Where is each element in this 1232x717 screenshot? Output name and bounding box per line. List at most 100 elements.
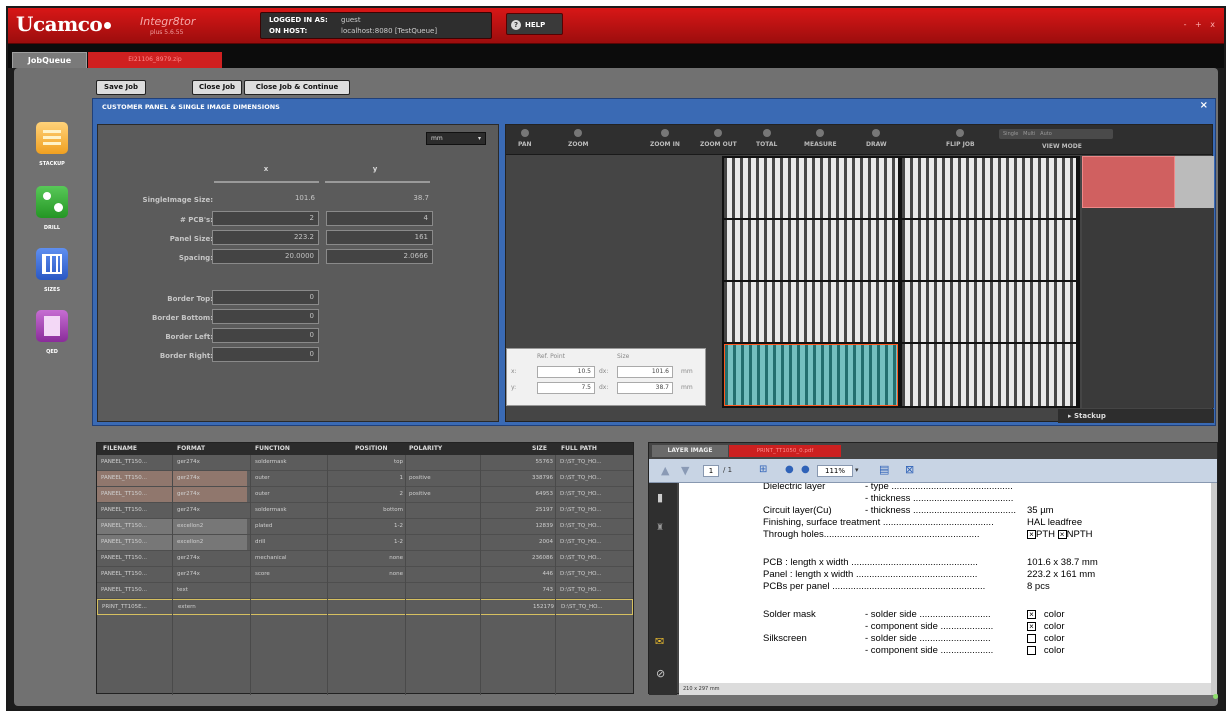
table-row[interactable]: PANEEL_TT150... ger274x soldermask bottom 25… [97, 503, 633, 519]
col-function[interactable]: FUNCTION [255, 445, 290, 452]
cell-size: 236086 [532, 555, 553, 561]
unit-select[interactable]: mm ▾ [426, 132, 486, 145]
cell-position: top [393, 459, 403, 465]
pcb-image [902, 158, 1076, 218]
zoom-in-tool[interactable]: ZOOM IN [650, 129, 680, 148]
zoom-level-select[interactable]: 111% [817, 465, 853, 477]
total-tool[interactable]: TOTAL [756, 129, 777, 148]
tab-jobqueue[interactable]: JobQueue [12, 52, 87, 68]
border-left-input[interactable]: 0 [212, 328, 319, 343]
zoom-out-tool[interactable]: ZOOM OUT [700, 129, 737, 148]
help-button[interactable]: ? HELP [506, 13, 563, 35]
col-position[interactable]: POSITION [355, 445, 388, 452]
table-row[interactable]: PANEEL_TT150... ger274x outer 1 positive 3387… [97, 471, 633, 487]
spacing-y-input[interactable]: 2.0666 [326, 249, 433, 264]
y-label: y: [511, 384, 517, 391]
cell-function: soldermask [255, 459, 287, 465]
pcb-count-x-input[interactable]: 2 [212, 211, 319, 226]
cell-format: ger274x [177, 491, 200, 497]
next-page-icon[interactable]: ▼ [681, 464, 689, 477]
cell-name: PANEEL_TT150... [101, 539, 147, 545]
save-job-button[interactable]: Save Job [96, 80, 146, 95]
col-polarity[interactable]: POLARITY [409, 445, 442, 452]
cell-path: D:\ST_TQ_HO... [560, 555, 602, 561]
col-format[interactable]: FORMAT [177, 445, 205, 452]
panel-size-x-input[interactable]: 223.2 [212, 230, 319, 245]
product-version: plus 5.6.55 [150, 29, 184, 36]
nav-stackup[interactable]: STACKUP [32, 122, 72, 167]
close-icon[interactable]: × [1200, 100, 1208, 111]
cell-size: 55763 [535, 459, 554, 465]
pdf-scrollbar[interactable] [1211, 483, 1217, 695]
nav-drill[interactable]: DRILL [32, 186, 72, 231]
zoom-in-icon[interactable]: ● [801, 464, 810, 475]
view-mode-selector[interactable]: Single Multi Auto [999, 129, 1113, 139]
panel-size-y-input[interactable]: 161 [326, 230, 433, 245]
cell-position: none [389, 571, 403, 577]
cell-name: PANEEL_TT150... [101, 507, 147, 513]
logged-in-label: LOGGED IN AS: [269, 16, 328, 24]
col-size[interactable]: SIZE [532, 445, 547, 452]
flip-job-tool[interactable]: FLIP JOB [946, 129, 975, 148]
tab-layer-image[interactable]: LAYER IMAGE [652, 445, 728, 457]
pcb-count-y-input[interactable]: 4 [326, 211, 433, 226]
attachment-icon[interactable]: ⊘ [656, 667, 665, 680]
table-row[interactable]: PANEEL_TT150... excellon2 plated 1-2 12839 D:… [97, 519, 633, 535]
border-bottom-label: Border Bottom: [152, 314, 213, 322]
doc-text: - type .................................… [865, 483, 1013, 492]
size-dx-input[interactable]: 101.6 [617, 366, 673, 378]
doc-text: Silkscreen [763, 633, 807, 644]
close-job-continue-button[interactable]: Close Job & Continue [244, 80, 350, 95]
page-number-input[interactable]: 1 [703, 465, 719, 477]
prev-page-icon[interactable]: ▲ [661, 464, 669, 477]
chevron-down-icon[interactable]: ▾ [855, 466, 859, 474]
save-icon[interactable]: ▤ [879, 463, 889, 476]
ref-x-input[interactable]: 10.5 [537, 366, 595, 378]
stackup-panel-label[interactable]: ▸ Stackup [1058, 409, 1214, 423]
zoom-tool[interactable]: ZOOM [568, 129, 589, 148]
qed-icon [36, 310, 68, 342]
ref-y-input[interactable]: 7.5 [537, 382, 595, 394]
border-right-input[interactable]: 0 [212, 347, 319, 362]
table-row[interactable]: PANEEL_TT150... ger274x outer 2 positive 6495… [97, 487, 633, 503]
zoom-out-icon[interactable]: ● [785, 464, 794, 475]
measure-tool[interactable]: MEASURE [804, 129, 837, 148]
radio-multi[interactable]: Multi [1023, 131, 1035, 137]
cell-path: D:\ST_TQ_HO... [560, 539, 602, 545]
table-row[interactable]: PRINT_TT105E... extern 152179 D:\ST_TQ_HO..… [97, 599, 633, 615]
table-row[interactable]: PANEEL_TT150... ger274x soldermask top 55763… [97, 455, 633, 471]
tab-job-file[interactable]: EI21106_8979.zip [88, 52, 222, 68]
doc-text: - component side .................... [865, 621, 994, 632]
nav-sizes[interactable]: SIZES [32, 248, 72, 293]
panel-title: CUSTOMER PANEL & SINGLE IMAGE DIMENSIONS [102, 103, 280, 111]
host-name: localhost:8080 [TestQueue] [341, 27, 438, 35]
draw-tool[interactable]: DRAW [866, 129, 887, 148]
close-job-button[interactable]: Close Job [192, 80, 242, 95]
table-row[interactable]: PANEEL_TT150... ger274x score none 446 D:\ST_… [97, 567, 633, 583]
panel-image-canvas[interactable] [722, 156, 1080, 408]
select-tool-icon[interactable]: ⊞ [759, 464, 767, 475]
comment-icon[interactable]: ✉ [655, 635, 664, 648]
spacing-x-input[interactable]: 20.0000 [212, 249, 319, 264]
fit-page-icon[interactable]: ⊠ [905, 463, 914, 476]
cell-path: D:\ST_TQ_HO... [560, 571, 602, 577]
col-filename[interactable]: FILENAME [103, 445, 137, 452]
table-row[interactable]: PANEEL_TT150... text 743 D:\ST_TQ_HO... [97, 583, 633, 599]
window-controls[interactable]: - + x [1184, 20, 1218, 29]
pages-icon[interactable]: ▮ [657, 491, 663, 504]
nav-qed[interactable]: QED [32, 310, 72, 355]
doc-value: color [1027, 633, 1065, 644]
border-bottom-input[interactable]: 0 [212, 309, 319, 324]
cell-function: plated [255, 523, 273, 529]
binoculars-icon[interactable]: ♜ [656, 523, 664, 533]
table-row[interactable]: PANEEL_TT150... excellon2 drill 1-2 2004 D:\S… [97, 535, 633, 551]
radio-single[interactable]: Single [1003, 131, 1018, 137]
pan-tool[interactable]: PAN [518, 129, 532, 148]
table-row[interactable]: PANEEL_TT150... ger274x mechanical none 2360… [97, 551, 633, 567]
size-dy-input[interactable]: 38.7 [617, 382, 673, 394]
border-top-input[interactable]: 0 [212, 290, 319, 305]
cell-position: 1-2 [394, 539, 403, 545]
tab-pdf-file[interactable]: PRINT_TT1050_0.pdf [729, 445, 841, 457]
radio-auto[interactable]: Auto [1040, 131, 1052, 137]
col-full-path[interactable]: FULL PATH [561, 445, 597, 452]
